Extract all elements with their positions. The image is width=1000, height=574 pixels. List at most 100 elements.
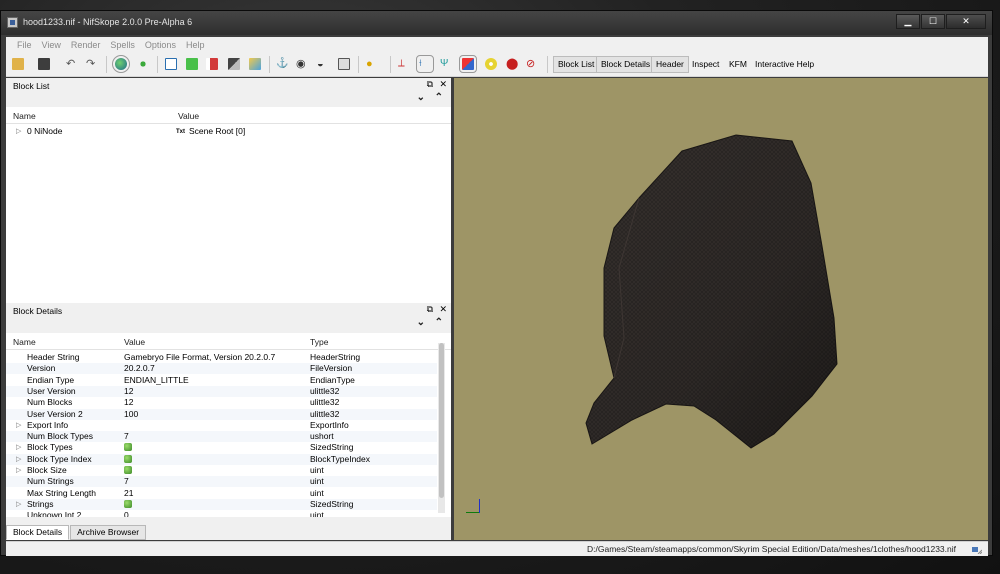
expand-arrow-icon[interactable]: ▷ xyxy=(16,454,21,465)
details-row[interactable]: ▷ Block Size uint xyxy=(6,465,437,476)
column-header-type[interactable]: Type xyxy=(310,337,328,347)
row-name: Unknown Int 2 xyxy=(27,510,82,517)
details-scrollbar[interactable] xyxy=(438,343,445,513)
view-user-icon[interactable] xyxy=(228,58,240,70)
nodes-icon[interactable] xyxy=(137,58,149,70)
menu-render[interactable]: Render xyxy=(66,40,106,50)
walk-icon[interactable]: ⚓ xyxy=(276,58,288,70)
expand-all-icon[interactable]: ⌃ xyxy=(435,317,443,328)
column-header-value[interactable]: Value xyxy=(124,337,145,347)
block-list-tree: Name Value ▷ 0 NiNode Txt Scene Root [0] xyxy=(6,107,451,303)
row-name: Max String Length xyxy=(27,487,96,498)
menu-file[interactable]: File xyxy=(12,40,37,50)
axes-icon[interactable]: ⟂ xyxy=(398,58,410,70)
screenshot-icon[interactable] xyxy=(338,58,350,70)
inspect-toggle[interactable]: Inspect xyxy=(687,56,724,73)
block-details-title: Block Details xyxy=(13,306,63,316)
details-row[interactable]: Max String Length 21 uint xyxy=(6,488,437,499)
bottom-tab-bar: Block Details Archive Browser xyxy=(6,525,147,540)
details-row[interactable]: Endian Type ENDIAN_LITTLE EndianType xyxy=(6,375,437,386)
save-file-icon[interactable] xyxy=(38,58,50,70)
render-viewport[interactable] xyxy=(454,78,988,540)
row-value: 0 xyxy=(124,510,129,517)
array-icon xyxy=(124,454,132,463)
collapse-all-icon[interactable]: ⌄ xyxy=(417,92,425,103)
view-cube-icon[interactable] xyxy=(249,58,261,70)
column-header-name[interactable]: Name xyxy=(13,337,36,347)
details-row[interactable]: ▷ Block Types SizedString xyxy=(6,442,437,453)
main-toolbar: ↶ ↷ ⚓ ◉ ◒ ● ⟂ ⟊ Ψ ⬤ ⊘ Block List Block D… xyxy=(6,52,988,77)
row-type: uint xyxy=(310,510,324,517)
details-row[interactable]: Unknown Int 2 0 uint xyxy=(6,510,437,517)
kfm-toggle[interactable]: KFM xyxy=(724,56,752,73)
title-bar[interactable]: hood1233.nif - NifSkope 2.0.0 Pre-Alpha … xyxy=(1,11,992,35)
tab-block-details[interactable]: Block Details xyxy=(6,525,70,540)
tab-archive-browser[interactable]: Archive Browser xyxy=(70,525,147,540)
interactive-help-toggle[interactable]: Interactive Help xyxy=(750,56,819,73)
collision-icon[interactable] xyxy=(459,55,477,73)
float-icon[interactable]: ⧉ xyxy=(427,79,433,90)
open-file-icon[interactable] xyxy=(12,58,24,70)
row-type: HeaderString xyxy=(310,352,361,362)
column-header-name[interactable]: Name xyxy=(13,111,36,121)
details-row[interactable]: User Version 2 100 ulittle32 xyxy=(6,408,437,420)
row-value: 7 xyxy=(124,431,129,442)
expand-arrow-icon[interactable]: ▷ xyxy=(16,465,21,476)
window-title: hood1233.nif - NifSkope 2.0.0 Pre-Alpha … xyxy=(23,17,193,27)
block-list-toggle[interactable]: Block List xyxy=(553,56,600,73)
menu-options[interactable]: Options xyxy=(140,40,181,50)
row-name: Strings xyxy=(27,498,54,509)
details-row[interactable]: ▷ Block Type Index BlockTypeIndex xyxy=(6,453,437,465)
marker-icon[interactable] xyxy=(485,58,497,70)
axis-gizmo-x xyxy=(466,512,480,513)
nodes-branch-icon[interactable]: Ψ xyxy=(440,58,452,70)
row-value: Scene Root [0] xyxy=(189,126,246,136)
details-row[interactable]: ▷ Export Info ExportInfo xyxy=(6,420,437,431)
details-row[interactable]: Num Blocks 12 ulittle32 xyxy=(6,397,437,408)
expand-all-icon[interactable]: ⌃ xyxy=(435,92,443,103)
maximize-button[interactable]: ☐ xyxy=(921,14,945,29)
close-button[interactable]: ✕ xyxy=(946,14,986,29)
redo-icon[interactable]: ↷ xyxy=(86,58,98,70)
menu-bar: File View Render Spells Options Help xyxy=(6,37,988,52)
expand-arrow-icon[interactable]: ▷ xyxy=(16,126,21,137)
details-row[interactable]: Num Block Types 7 ushort xyxy=(6,431,437,443)
close-icon[interactable]: ✕ xyxy=(439,304,447,315)
details-row[interactable]: User Version 12 ulittle32 xyxy=(6,385,437,397)
details-row[interactable]: Num Strings 7 uint xyxy=(6,476,437,488)
lightbulb-icon[interactable]: ● xyxy=(366,58,378,70)
row-name: 0 NiNode xyxy=(27,126,63,136)
column-header-value[interactable]: Value xyxy=(178,111,199,121)
eye-closed-icon[interactable]: ◒ xyxy=(317,58,329,70)
undo-icon[interactable]: ↶ xyxy=(66,58,78,70)
globe-icon[interactable] xyxy=(112,55,130,73)
expand-arrow-icon[interactable]: ▷ xyxy=(16,442,21,453)
view-side-icon[interactable] xyxy=(186,58,198,70)
menu-spells[interactable]: Spells xyxy=(105,40,140,50)
header-toggle[interactable]: Header xyxy=(651,56,689,73)
block-details-toggle[interactable]: Block Details xyxy=(596,56,656,73)
view-top-icon[interactable] xyxy=(206,58,218,70)
row-value: ENDIAN_LITTLE xyxy=(124,374,189,385)
details-row[interactable]: Header String Gamebryo File Format, Versi… xyxy=(6,352,437,363)
constraints-icon[interactable]: ⟊ xyxy=(416,55,434,73)
close-icon[interactable]: ✕ xyxy=(439,79,447,90)
scroll-thumb[interactable] xyxy=(439,343,444,498)
tree-row-ninode[interactable]: ▷ 0 NiNode Txt Scene Root [0] xyxy=(6,126,451,137)
menu-view[interactable]: View xyxy=(37,40,66,50)
expand-arrow-icon[interactable]: ▷ xyxy=(16,420,21,431)
view-front-icon[interactable] xyxy=(165,58,177,70)
location-pin-icon[interactable]: ⬤ xyxy=(506,58,518,70)
details-row[interactable]: Version 20.2.0.7 FileVersion xyxy=(6,363,437,375)
eye-icon[interactable]: ◉ xyxy=(296,58,308,70)
row-type: EndianType xyxy=(310,374,355,385)
hide-icon[interactable]: ⊘ xyxy=(526,58,538,70)
menu-help[interactable]: Help xyxy=(181,40,210,50)
details-row[interactable]: ▷ Strings SizedString xyxy=(6,498,437,510)
resize-grip-icon[interactable] xyxy=(972,545,982,554)
float-icon[interactable]: ⧉ xyxy=(427,304,433,315)
row-name: User Version xyxy=(27,385,76,396)
minimize-button[interactable]: ▁ xyxy=(896,14,920,29)
collapse-all-icon[interactable]: ⌄ xyxy=(417,317,425,328)
expand-arrow-icon[interactable]: ▷ xyxy=(16,499,21,510)
